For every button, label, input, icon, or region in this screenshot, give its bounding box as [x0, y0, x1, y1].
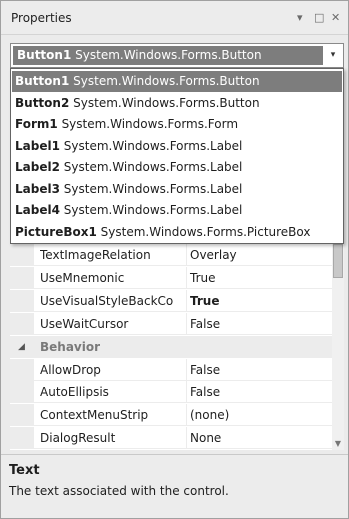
property-row[interactable]: DialogResult None — [10, 427, 332, 450]
property-value[interactable]: Overlay — [186, 244, 330, 266]
property-row[interactable]: AutoEllipsis False — [10, 381, 332, 404]
dropdown-item-type: System.Windows.Forms.Label — [63, 138, 243, 153]
selected-object-type: System.Windows.Forms.Button — [75, 48, 262, 62]
property-value[interactable]: False — [186, 312, 330, 335]
dropdown-item-name: Form1 — [15, 117, 58, 131]
row-gutter — [10, 427, 34, 450]
panel-title: Properties — [11, 11, 72, 25]
property-value[interactable]: (none) — [186, 404, 330, 427]
row-gutter — [10, 312, 34, 335]
chevron-down-icon[interactable]: ▾ — [325, 46, 341, 65]
property-name: AllowDrop — [40, 362, 101, 377]
property-name: TextImageRelation — [40, 248, 151, 262]
dropdown-item[interactable]: Button1 System.Windows.Forms.Button — [12, 71, 342, 92]
object-selector-value[interactable]: Button1 System.Windows.Forms.Button — [13, 46, 323, 65]
maximize-icon[interactable]: □ — [314, 11, 324, 24]
dropdown-item-type: System.Windows.Forms.Label — [63, 181, 243, 196]
description-title: Text — [9, 463, 40, 478]
property-row[interactable]: AllowDrop False — [10, 358, 332, 381]
row-gutter — [10, 358, 34, 381]
dropdown-item-name: Button2 — [15, 95, 70, 110]
category-name: Behavior — [40, 339, 101, 354]
dropdown-item-type: System.Windows.Forms.Form — [61, 117, 239, 131]
property-value[interactable]: False — [186, 381, 330, 404]
row-gutter — [10, 404, 34, 427]
property-value[interactable]: False — [186, 358, 330, 381]
property-name: ContextMenuStrip — [40, 408, 149, 423]
property-value[interactable]: None — [186, 427, 330, 450]
row-gutter — [10, 289, 34, 312]
dropdown-item[interactable]: Label1 System.Windows.Forms.Label — [12, 136, 342, 157]
object-selector-combo[interactable]: Button1 System.Windows.Forms.Button ▾ — [10, 43, 344, 68]
row-gutter — [10, 381, 34, 404]
description-text: The text associated with the control. — [9, 484, 229, 498]
title-bar: Properties ▾ □ ✕ — [1, 1, 348, 35]
property-name: UseWaitCursor — [40, 316, 129, 331]
property-row[interactable]: UseWaitCursor False — [10, 312, 332, 335]
property-name: AutoEllipsis — [40, 385, 109, 400]
dropdown-item[interactable]: Label2 System.Windows.Forms.Label — [12, 157, 342, 178]
dropdown-item[interactable]: Button2 System.Windows.Forms.Button — [12, 93, 342, 114]
dropdown-item[interactable]: PictureBox1 System.Windows.Forms.Picture… — [12, 222, 342, 243]
property-row[interactable]: TextImageRelation Overlay — [10, 244, 332, 266]
property-row[interactable]: UseVisualStyleBackCo True — [10, 289, 332, 312]
dropdown-item-type: System.Windows.Forms.Label — [63, 203, 243, 217]
dropdown-item[interactable]: Label4 System.Windows.Forms.Label — [12, 200, 342, 221]
property-row[interactable]: ContextMenuStrip (none) — [10, 404, 332, 427]
close-icon[interactable]: ✕ — [331, 11, 340, 24]
dropdown-item-name: Label2 — [15, 160, 60, 174]
property-grid: TextImageRelation Overlay UseMnemonic True U… — [10, 244, 332, 450]
properties-window: Properties ▾ □ ✕ Button1 System.Windows.… — [0, 0, 349, 519]
property-value[interactable]: True — [186, 266, 330, 289]
description-panel: Text The text associated with the contro… — [1, 454, 348, 518]
dropdown-item-name: PictureBox1 — [15, 224, 97, 239]
dropdown-item-type: System.Windows.Forms.Button — [73, 95, 260, 110]
dropdown-item-type: System.Windows.Forms.Button — [73, 74, 260, 88]
property-name: DialogResult — [40, 431, 116, 446]
property-row[interactable]: UseMnemonic True — [10, 266, 332, 289]
collapse-icon[interactable]: ◢ — [18, 336, 25, 358]
pin-dropdown-icon[interactable]: ▾ — [297, 11, 303, 24]
dropdown-item-name: Button1 — [15, 74, 70, 88]
dropdown-item-name: Label4 — [15, 203, 60, 217]
object-dropdown-list: Button1 System.Windows.Forms.Button Butto… — [10, 68, 344, 244]
dropdown-item[interactable]: Label3 System.Windows.Forms.Label — [12, 179, 342, 200]
property-grid-scrollbar[interactable]: ▼ — [332, 244, 344, 450]
dropdown-item[interactable]: Form1 System.Windows.Forms.Form — [12, 114, 342, 135]
property-name: UseMnemonic — [40, 270, 125, 285]
property-value[interactable]: True — [186, 289, 330, 312]
dropdown-item-type: System.Windows.Forms.Label — [63, 160, 243, 174]
row-gutter — [10, 244, 34, 266]
scrollbar-thumb[interactable] — [333, 244, 343, 278]
row-gutter — [10, 266, 34, 289]
selected-object-name: Button1 — [17, 48, 72, 62]
dropdown-item-name: Label1 — [15, 138, 60, 153]
dropdown-item-type: System.Windows.Forms.PictureBox — [100, 224, 311, 239]
scroll-down-icon[interactable]: ▼ — [332, 439, 344, 448]
category-row[interactable]: ◢ Behavior — [10, 335, 332, 358]
property-name: UseVisualStyleBackCo — [40, 293, 174, 308]
dropdown-item-name: Label3 — [15, 181, 60, 196]
